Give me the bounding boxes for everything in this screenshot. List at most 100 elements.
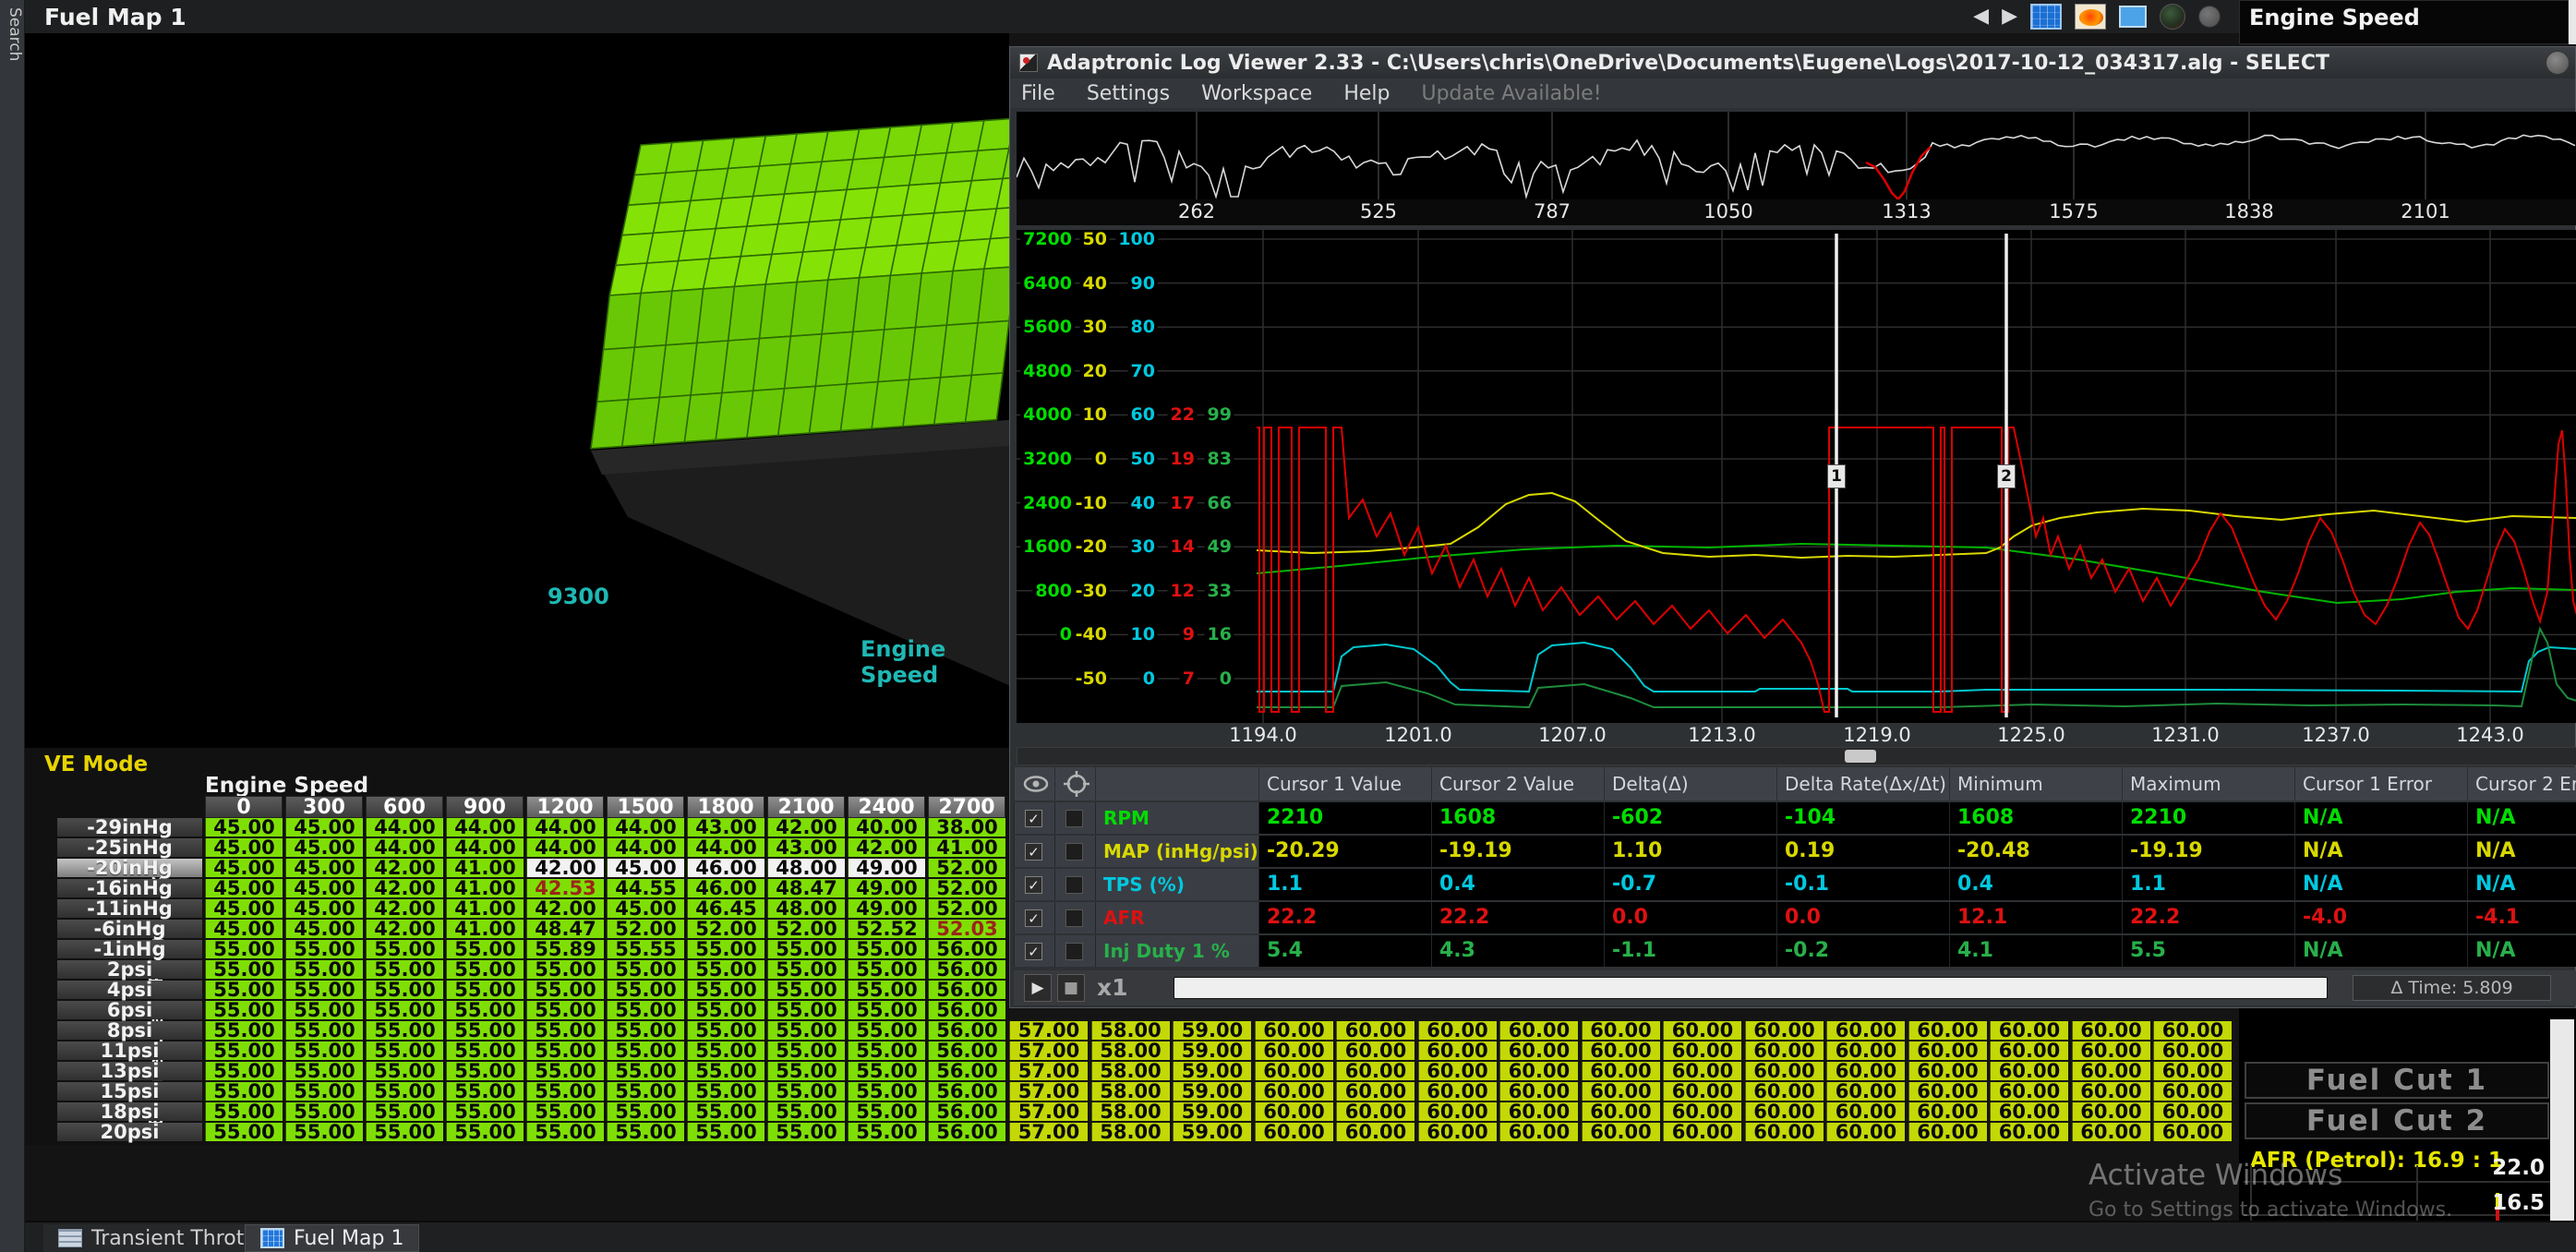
ve-row-header[interactable]: 11psi bbox=[57, 1041, 202, 1060]
ve-row-header[interactable]: -29inHg bbox=[57, 818, 202, 837]
ve-cell[interactable]: 45.00 bbox=[205, 838, 283, 857]
ve-cell[interactable]: 60.00 bbox=[1499, 1102, 1578, 1121]
record-icon[interactable] bbox=[2198, 6, 2221, 28]
channel-name[interactable]: MAP (inHg/psi) bbox=[1095, 836, 1258, 867]
ve-cell[interactable]: 58.00 bbox=[1091, 1041, 1170, 1060]
ve-cell[interactable]: 55.00 bbox=[848, 1062, 925, 1080]
ve-cell[interactable]: 55.00 bbox=[366, 981, 443, 999]
ve-cell[interactable]: 44.00 bbox=[687, 838, 764, 857]
ve-cell[interactable]: 55.00 bbox=[446, 960, 524, 979]
ve-cell[interactable]: 44.00 bbox=[446, 818, 524, 837]
ve-cell[interactable]: 56.00 bbox=[928, 1001, 1005, 1019]
ve-cell[interactable]: 55.00 bbox=[767, 1082, 845, 1101]
scrollbar-thumb[interactable] bbox=[1845, 750, 1876, 763]
ve-cell[interactable]: 56.00 bbox=[928, 940, 1005, 958]
cursor-2-handle[interactable]: 2 bbox=[1997, 464, 2016, 488]
ve-cell[interactable]: 57.00 bbox=[1009, 1062, 1088, 1080]
ve-cell[interactable]: 60.00 bbox=[1663, 1082, 1741, 1101]
ve-cell[interactable]: 58.00 bbox=[1091, 1062, 1170, 1080]
ve-row-header[interactable]: 18psi bbox=[57, 1102, 202, 1121]
ve-cell[interactable]: 55.00 bbox=[848, 1021, 925, 1040]
ve-cell[interactable]: 60.00 bbox=[1418, 1041, 1497, 1060]
ve-cell[interactable]: 55.00 bbox=[285, 1123, 363, 1141]
ve-cell[interactable]: 57.00 bbox=[1009, 1102, 1088, 1121]
ve-cell[interactable]: 42.00 bbox=[526, 859, 604, 877]
ve-col-header[interactable]: 300 bbox=[285, 796, 363, 818]
ve-cell[interactable]: 44.00 bbox=[366, 838, 443, 857]
ve-cell[interactable]: 45.00 bbox=[205, 818, 283, 837]
ve-col-header[interactable]: 1500 bbox=[607, 796, 684, 818]
ve-cell[interactable]: 57.00 bbox=[1009, 1123, 1088, 1141]
menu-file[interactable]: File bbox=[1021, 82, 1055, 105]
ve-cell[interactable]: 55.00 bbox=[607, 1001, 684, 1019]
highlight-checkbox[interactable] bbox=[1065, 810, 1083, 827]
log-viewer-titlebar[interactable]: Adaptronic Log Viewer 2.33 - C:\Users\ch… bbox=[1010, 47, 2575, 78]
ve-col-header[interactable]: 2400 bbox=[848, 796, 925, 818]
visibility-checkbox[interactable]: ✓ bbox=[1025, 909, 1042, 927]
ve-row-header[interactable]: -1inHg bbox=[57, 940, 202, 958]
ve-cell[interactable]: 55.00 bbox=[767, 981, 845, 999]
ve-cell[interactable]: 60.00 bbox=[2072, 1041, 2150, 1060]
fuel-map-3d-view[interactable]: 9300 Engine Speed bbox=[25, 33, 1009, 748]
ve-cell[interactable]: 55.00 bbox=[366, 1062, 443, 1080]
ve-cell[interactable]: 57.00 bbox=[1009, 1082, 1088, 1101]
ve-cell[interactable]: 55.00 bbox=[366, 1001, 443, 1019]
ve-cell[interactable]: 49.00 bbox=[848, 899, 925, 918]
ve-cell[interactable]: 55.00 bbox=[848, 1102, 925, 1121]
ve-cell[interactable]: 58.00 bbox=[1091, 1082, 1170, 1101]
ve-cell[interactable]: 55.00 bbox=[205, 960, 283, 979]
ve-cell[interactable]: 60.00 bbox=[1582, 1102, 1660, 1121]
ve-cell[interactable]: 49.00 bbox=[848, 859, 925, 877]
ve-cell[interactable]: 57.00 bbox=[1009, 1041, 1088, 1060]
ve-cell[interactable]: 59.00 bbox=[1173, 1102, 1251, 1121]
ve-cell[interactable]: 55.00 bbox=[607, 981, 684, 999]
gauge-view-icon[interactable] bbox=[2160, 4, 2185, 30]
ve-cell[interactable]: 58.00 bbox=[1091, 1123, 1170, 1141]
ve-cell[interactable]: 60.00 bbox=[1826, 1062, 1905, 1080]
sidebar-search-tab[interactable]: Search bbox=[6, 7, 24, 61]
ve-row-header[interactable]: 15psi bbox=[57, 1082, 202, 1101]
ve-cell[interactable]: 60.00 bbox=[1908, 1062, 1987, 1080]
ve-cell[interactable]: 43.00 bbox=[767, 838, 845, 857]
ve-cell[interactable]: 55.00 bbox=[526, 1082, 604, 1101]
ve-cell[interactable]: 42.00 bbox=[366, 920, 443, 938]
ve-cell[interactable]: 60.00 bbox=[1826, 1041, 1905, 1060]
ve-cell[interactable]: 55.00 bbox=[446, 940, 524, 958]
ve-cell[interactable]: 55.00 bbox=[205, 1062, 283, 1080]
ve-cell[interactable]: 55.00 bbox=[848, 1123, 925, 1141]
menu-help[interactable]: Help bbox=[1343, 82, 1390, 105]
channel-name[interactable]: Inj Duty 1 % bbox=[1095, 935, 1258, 967]
ve-cell[interactable]: 45.00 bbox=[205, 859, 283, 877]
ve-cell[interactable]: 60.00 bbox=[1990, 1102, 2068, 1121]
ve-cell[interactable]: 55.00 bbox=[446, 981, 524, 999]
ve-cell[interactable]: 60.00 bbox=[1499, 1021, 1578, 1040]
tab-fuel-map-1[interactable]: Fuel Map 1 bbox=[245, 1224, 419, 1252]
ve-cell[interactable]: 48.00 bbox=[767, 859, 845, 877]
ve-cell[interactable]: 55.00 bbox=[687, 940, 764, 958]
ve-cell[interactable]: 60.00 bbox=[1745, 1102, 1824, 1121]
ve-cell[interactable]: 55.00 bbox=[687, 1062, 764, 1080]
ve-cell[interactable]: 55.00 bbox=[526, 960, 604, 979]
ve-cell[interactable]: 60.00 bbox=[1499, 1041, 1578, 1060]
channel-name[interactable]: AFR bbox=[1095, 902, 1258, 933]
ve-cell[interactable]: 38.00 bbox=[928, 818, 1005, 837]
ve-cell[interactable]: 55.00 bbox=[767, 1123, 845, 1141]
ve-cell[interactable]: 55.00 bbox=[607, 960, 684, 979]
back-arrow-icon[interactable]: ◀ bbox=[1973, 3, 1989, 30]
ve-cell[interactable]: 55.00 bbox=[366, 1102, 443, 1121]
ve-cell[interactable]: 45.00 bbox=[285, 920, 363, 938]
ve-cell[interactable]: 55.00 bbox=[687, 1001, 764, 1019]
ve-cell[interactable]: 52.00 bbox=[928, 899, 1005, 918]
ve-col-header[interactable]: 1200 bbox=[526, 796, 604, 818]
ve-cell[interactable]: 44.00 bbox=[607, 818, 684, 837]
ve-cell[interactable]: 40.00 bbox=[848, 818, 925, 837]
ve-cell[interactable]: 55.00 bbox=[607, 1062, 684, 1080]
highlight-checkbox[interactable] bbox=[1065, 909, 1083, 927]
ve-cell[interactable]: 59.00 bbox=[1173, 1021, 1251, 1040]
ve-cell[interactable]: 46.45 bbox=[687, 899, 764, 918]
ve-cell[interactable]: 60.00 bbox=[1990, 1082, 2068, 1101]
ve-cell[interactable]: 55.00 bbox=[285, 1001, 363, 1019]
ve-cell[interactable]: 55.00 bbox=[767, 1041, 845, 1060]
ve-cell[interactable]: 55.89 bbox=[526, 940, 604, 958]
column-header[interactable]: Minimum bbox=[1949, 767, 2122, 801]
